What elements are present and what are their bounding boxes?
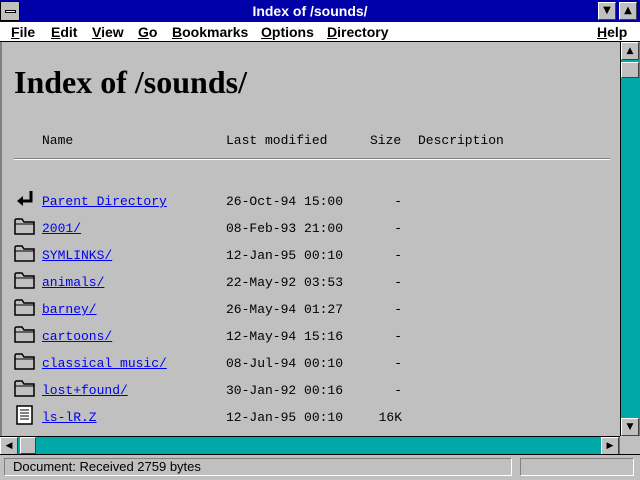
horizontal-scroll-thumb[interactable] — [20, 437, 36, 454]
listing-row: barney/26-May-94 01:27 - — [2, 297, 620, 324]
vertical-scroll-thumb[interactable] — [621, 62, 639, 78]
menu-options[interactable]: Options — [261, 24, 314, 40]
entry-modified: 26-Oct-94 15:00 — [226, 194, 344, 209]
menu-file[interactable]: File — [11, 24, 35, 40]
entry-link[interactable]: Parent Directory — [42, 194, 167, 209]
folder-icon[interactable] — [14, 378, 36, 398]
menu-view-label-rest: iew — [101, 24, 124, 40]
status-text: Document: Received 2759 bytes — [4, 458, 512, 476]
menu-edit[interactable]: Edit — [51, 24, 77, 40]
folder-icon[interactable] — [14, 270, 36, 290]
menu-bar: File Edit View Go Bookmarks Options Directory H… — [0, 22, 640, 42]
listing-row: ls-lR.Z 12-Jan-95 00:10 16K — [2, 405, 620, 432]
progress-indicator — [520, 458, 634, 476]
entry-link[interactable]: barney/ — [42, 302, 97, 317]
folder-icon[interactable] — [14, 243, 36, 263]
entry-modified: 26-May-94 01:27 — [226, 302, 344, 317]
system-menu-button[interactable] — [0, 1, 20, 21]
entry-size: - — [394, 194, 402, 209]
horizontal-scrollbar[interactable]: ◀ ▶ — [0, 436, 620, 455]
entry-link[interactable]: animals/ — [42, 275, 104, 290]
entry-size: - — [394, 329, 402, 344]
menu-edit-label-rest: dit — [60, 24, 78, 40]
menu-directory-accelerator: D — [327, 24, 338, 40]
entry-size: - — [394, 302, 402, 317]
listing-row: classical music/08-Jul-94 00:10 - — [2, 351, 620, 378]
entry-link[interactable]: ls-lR.Z — [42, 410, 97, 425]
maximize-button[interactable]: ▲ — [619, 2, 637, 20]
entry-link[interactable]: cartoons/ — [42, 329, 112, 344]
menu-directory[interactable]: Directory — [327, 24, 388, 40]
document-view: Index of /sounds/ Name Last modified Siz… — [0, 42, 620, 436]
menu-help-accelerator: H — [597, 24, 608, 40]
folder-icon[interactable] — [14, 351, 36, 371]
listing-row: Parent Directory 26-Oct-94 15:00 - — [2, 189, 620, 216]
entry-size: 16K — [378, 410, 402, 425]
listing-row: cartoons/12-May-94 15:16 - — [2, 324, 620, 351]
document-icon[interactable] — [14, 405, 36, 425]
entry-modified: 08-Feb-93 21:00 — [226, 221, 344, 236]
minimize-button[interactable]: ▼ — [598, 2, 616, 20]
entry-size: - — [394, 221, 402, 236]
scroll-up-button[interactable]: ▲ — [621, 42, 639, 60]
entry-size: - — [394, 275, 402, 290]
menu-go-label-rest: o — [148, 24, 158, 40]
menu-bookmarks[interactable]: Bookmarks — [172, 24, 248, 40]
entry-link[interactable]: lost+found/ — [42, 383, 128, 398]
horizontal-rule — [14, 158, 610, 160]
column-header-name: Name — [42, 133, 74, 148]
page-title: Index of /sounds/ — [14, 64, 247, 100]
menu-view[interactable]: View — [92, 24, 124, 40]
vertical-scrollbar[interactable]: ▲ ▼ — [620, 42, 640, 436]
window-title: Index of /sounds/ — [252, 3, 368, 19]
entry-modified: 12-Jan-95 00:10 — [226, 410, 344, 425]
entry-size: - — [394, 383, 402, 398]
folder-icon[interactable] — [14, 297, 36, 317]
scroll-left-button[interactable]: ◀ — [0, 437, 18, 455]
menu-options-label-rest: ptions — [271, 24, 314, 40]
menu-bookmarks-accelerator: B — [172, 24, 183, 40]
menu-options-accelerator: O — [261, 24, 272, 40]
scrollbar-corner — [620, 436, 640, 454]
listing-row: animals/22-May-92 03:53 - — [2, 270, 620, 297]
menu-view-accelerator: V — [92, 24, 102, 40]
entry-modified: 30-Jan-92 00:16 — [226, 383, 344, 398]
entry-link[interactable]: SYMLINKS/ — [42, 248, 112, 263]
listing-row: 2001/08-Feb-93 21:00 - — [2, 216, 620, 243]
title-bar[interactable]: Index of /sounds/ ▼ ▲ — [0, 0, 640, 22]
menu-go-accelerator: G — [138, 24, 149, 40]
folder-icon[interactable] — [14, 324, 36, 344]
entry-link[interactable]: classical music/ — [42, 356, 167, 371]
system-menu-icon — [5, 10, 16, 13]
entry-size: - — [394, 356, 402, 371]
column-header-size: Size — [370, 133, 402, 148]
menu-help-label-rest: elp — [607, 24, 628, 40]
entry-modified: 22-May-92 03:53 — [226, 275, 344, 290]
menu-file-accelerator: F — [11, 24, 20, 40]
menu-file-label-rest: ile — [19, 24, 36, 40]
listing-row: lost+found/30-Jan-92 00:16 - — [2, 378, 620, 405]
back-arrow-icon[interactable] — [14, 189, 36, 209]
scroll-right-button[interactable]: ▶ — [601, 437, 619, 455]
menu-help[interactable]: Help — [597, 24, 627, 40]
entry-link[interactable]: 2001/ — [42, 221, 81, 236]
menu-edit-accelerator: E — [51, 24, 61, 40]
listing-row: SYMLINKS/12-Jan-95 00:10 - — [2, 243, 620, 270]
scroll-down-button[interactable]: ▼ — [621, 418, 639, 436]
column-header-modified: Last modified — [226, 133, 328, 148]
entry-modified: 08-Jul-94 00:10 — [226, 356, 344, 371]
folder-icon[interactable] — [14, 216, 36, 236]
status-bar: Document: Received 2759 bytes — [0, 454, 640, 480]
menu-go[interactable]: Go — [138, 24, 157, 40]
entry-modified: 12-May-94 15:16 — [226, 329, 344, 344]
entry-modified: 12-Jan-95 00:10 — [226, 248, 344, 263]
menu-bookmarks-label-rest: ookmarks — [182, 24, 249, 40]
entry-size: - — [394, 248, 402, 263]
menu-directory-label-rest: irectory — [337, 24, 389, 40]
column-header-description: Description — [418, 133, 504, 148]
